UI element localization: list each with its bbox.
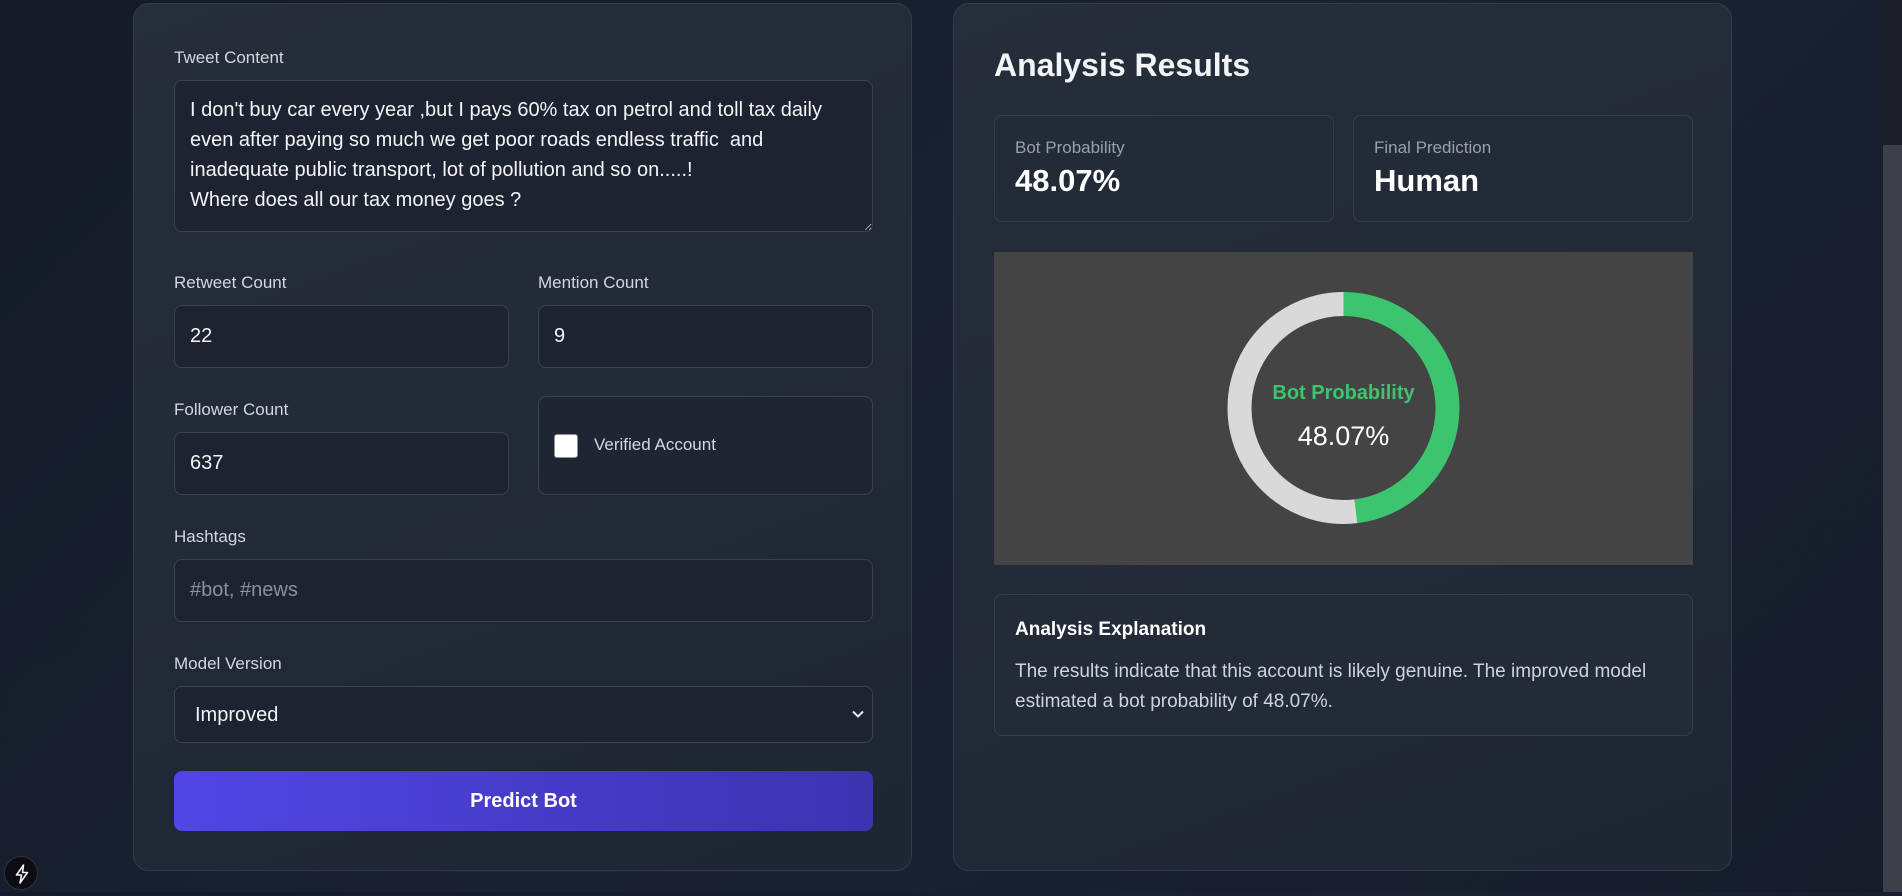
follower-count-label: Follower Count — [174, 400, 289, 419]
explanation-text: The results indicate that this account i… — [1015, 661, 1647, 712]
analysis-explanation-card: Analysis Explanation The results indicat… — [994, 594, 1693, 736]
final-prediction-value: Human — [1374, 163, 1480, 198]
bot-probability-card: Bot Probability 48.07% — [994, 115, 1334, 222]
mention-count-input[interactable] — [538, 305, 873, 368]
bot-probability-chart: Bot Probability 48.07% — [994, 252, 1693, 565]
chart-title: Bot Probability — [1272, 382, 1415, 404]
corner-action-button[interactable] — [4, 856, 38, 890]
model-version-select[interactable]: Improved — [174, 686, 873, 743]
verified-account-label: Verified Account — [594, 435, 716, 454]
tweet-content-textarea[interactable]: I don't buy car every year ,but I pays 6… — [174, 80, 873, 232]
hashtags-label: Hashtags — [174, 527, 246, 546]
retweet-count-input[interactable] — [174, 305, 509, 368]
verified-account-checkbox[interactable] — [554, 434, 578, 458]
bot-probability-value: 48.07% — [1015, 163, 1121, 198]
chart-center-value: 48.07% — [1298, 421, 1390, 451]
results-title: Analysis Results — [994, 47, 1251, 83]
follower-count-input[interactable] — [174, 432, 509, 495]
explanation-title: Analysis Explanation — [1015, 619, 1207, 640]
mention-count-label: Mention Count — [538, 273, 649, 292]
analysis-results-panel: Analysis Results Bot Probability 48.07% … — [953, 3, 1732, 871]
donut-chart-svg: Bot Probability 48.07% — [1227, 292, 1460, 524]
final-prediction-label: Final Prediction — [1374, 138, 1492, 157]
retweet-count-label: Retweet Count — [174, 273, 287, 292]
prediction-form-panel: Tweet Content I don't buy car every year… — [133, 3, 912, 871]
verified-account-box: Verified Account — [538, 396, 873, 495]
bot-probability-label: Bot Probability — [1015, 138, 1125, 157]
final-prediction-card: Final Prediction Human — [1353, 115, 1693, 222]
hashtags-input[interactable] — [174, 559, 873, 622]
model-version-label: Model Version — [174, 654, 282, 673]
predict-bot-button[interactable]: Predict Bot — [174, 771, 873, 831]
tweet-content-label: Tweet Content — [174, 48, 284, 67]
lightning-icon — [15, 864, 29, 884]
scrollbar-thumb[interactable] — [1883, 145, 1902, 892]
